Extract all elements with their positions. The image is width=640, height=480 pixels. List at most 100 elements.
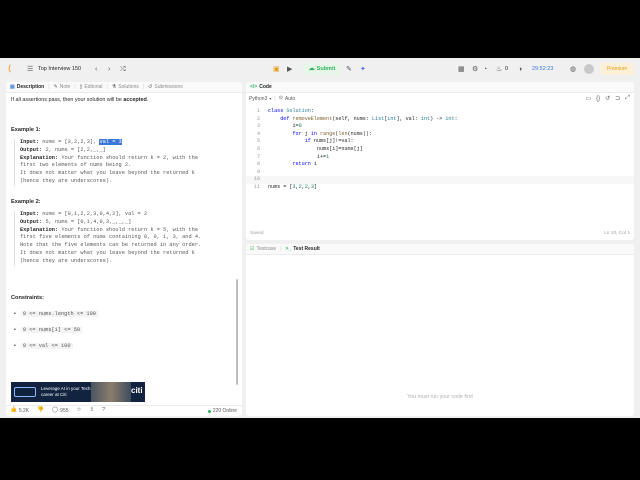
constraint-item: • 0 <= nums[i] <= 50 <box>14 327 83 333</box>
tab-solutions[interactable]: ⚗ Solutions <box>108 82 143 93</box>
code-line[interactable]: 4 for j in range(len(nums)): <box>246 131 634 139</box>
premium-button[interactable]: Premium <box>600 63 634 75</box>
notes-icon[interactable]: ✎ <box>346 58 352 80</box>
line-code: class Solution: <box>268 108 314 114</box>
chevron-down-icon: ▾ <box>269 95 272 101</box>
line-code: nums = [3,2,2,3] <box>268 183 317 190</box>
run-code-message: You must run your code first <box>407 394 473 400</box>
reset-icon[interactable]: ↺ <box>605 95 610 102</box>
line-number: 11 <box>253 183 260 190</box>
avatar[interactable] <box>584 64 594 74</box>
language-select[interactable]: Python3 ▾ <box>246 96 274 102</box>
prev-problem-icon[interactable]: ‹ <box>95 58 97 80</box>
line-number: 2 <box>256 115 260 122</box>
leetcode-window: ⟨ ☰ Top Interview 150 ‹ › ⤮ ▣ ▶ ☁ Submit … <box>0 58 640 418</box>
line-code: nums[i]=nums[j] <box>268 145 363 152</box>
problem-list-title[interactable]: Top Interview 150 <box>38 58 81 80</box>
code-line[interactable]: 10 <box>246 176 634 184</box>
shuffle-icon[interactable]: ⤮ <box>120 58 126 80</box>
cursor-position: Ln 10, Col 1 <box>604 231 630 236</box>
code-line[interactable]: 7 i+=1 <box>246 154 634 162</box>
fire-icon: ♨ <box>496 65 503 73</box>
fullscreen-icon[interactable]: ⤢ <box>625 95 630 102</box>
line-number: 3 <box>256 123 260 130</box>
line-number: 6 <box>256 145 260 152</box>
line-code: return i <box>292 161 317 168</box>
example2-title: Example 2: <box>11 199 41 205</box>
code-line[interactable]: 6 nums[i]=nums[j] <box>246 146 634 154</box>
notification-icon[interactable]: ◍ <box>570 58 576 80</box>
constraint-item: • 0 <= nums.length <= 100 <box>14 311 98 317</box>
like-button[interactable]: 👍 5.2K <box>6 408 33 414</box>
code-tabbar: </> Code <box>246 82 634 93</box>
code-line[interactable]: 8 return i <box>246 161 634 169</box>
saved-status: Saved <box>250 231 264 236</box>
test-panel: ☑ Testcase | >_ Test Result You must run y… <box>246 244 634 416</box>
top-navbar: ⟨ ☰ Top Interview 150 ‹ › ⤮ ▣ ▶ ☁ Submit … <box>0 58 640 80</box>
braces-icon[interactable]: {} <box>596 96 600 102</box>
comments-button[interactable]: ◯ 955 <box>48 408 73 414</box>
line-number: 5 <box>256 138 260 145</box>
tab-note[interactable]: ✎ Note <box>50 82 75 93</box>
code-line[interactable]: 3 i=0 <box>246 123 634 131</box>
line-code: if nums[j]!=val: <box>304 138 354 145</box>
code-line[interactable]: 1 class Solution: <box>246 108 634 116</box>
auto-toggle[interactable]: ⊙ Auto <box>276 96 299 102</box>
star-icon[interactable]: ☆ <box>73 408 86 414</box>
ai-assist-icon[interactable]: ✦ <box>360 58 366 80</box>
line-code: def removeElement(self, nums: List[int],… <box>280 115 458 122</box>
debug-icon[interactable]: ▣ <box>273 58 280 80</box>
tab-submissions[interactable]: ↺ Submissions <box>144 82 187 93</box>
share-icon[interactable]: ⇪ <box>85 408 98 414</box>
editor-toolbar: ▭ {} ↺ ⊐ ⤢ <box>585 93 630 104</box>
line-number: 8 <box>256 161 260 168</box>
dislike-button[interactable]: 👎 <box>33 408 48 414</box>
tab-editorial[interactable]: ▯ Editorial <box>76 82 107 93</box>
tab-description[interactable]: ▤ Description <box>6 82 48 93</box>
streak-icon[interactable]: ◔ <box>483 58 487 80</box>
ad-chip-icon <box>14 387 36 397</box>
tab-testcase[interactable]: ☑ Testcase <box>246 244 280 255</box>
language-bar: Python3 ▾ | ⊙ Auto ▭ {} ↺ ⊐ ⤢ <box>246 93 634 104</box>
leetcode-logo-icon[interactable]: ⟨ <box>8 58 11 80</box>
line-code: i=0 <box>268 123 302 130</box>
bookmark-icon[interactable]: ▭ <box>585 95 591 102</box>
submit-label: Submit <box>316 66 336 72</box>
timer[interactable]: 29:52:23 <box>532 58 553 80</box>
code-line[interactable]: 5 if nums[j]!=val: <box>246 138 634 146</box>
code-line[interactable]: 9 <box>246 169 634 177</box>
code-line[interactable]: 2 def removeElement(self, nums: List[int… <box>246 116 634 124</box>
problem-list-icon[interactable]: ☰ <box>27 58 33 80</box>
layout-icon[interactable]: ▦ <box>458 58 465 80</box>
citi-logo: citi <box>131 386 143 395</box>
submit-button[interactable]: ☁ Submit <box>303 63 341 75</box>
tab-test-result[interactable]: >_ Test Result <box>282 244 324 255</box>
line-number: 7 <box>256 153 260 160</box>
run-button[interactable]: ▶ <box>287 58 292 80</box>
online-count: 220 Online <box>207 408 237 414</box>
settings-icon[interactable]: ⚙ <box>472 58 478 80</box>
help-icon[interactable]: ? <box>98 408 109 414</box>
ad-image <box>91 382 131 402</box>
example2-block: Input: nums = [0,1,2,2,3,0,4,2], val = 2… <box>14 211 201 266</box>
description-panel: ▤ Description | ✎ Note | ▯ Editorial | ⚗ Sol… <box>6 82 242 416</box>
streak-count: 0 <box>505 66 509 72</box>
tab-code[interactable]: </> Code <box>246 82 276 93</box>
next-problem-icon[interactable]: › <box>108 58 110 80</box>
line-number: 1 <box>256 108 260 114</box>
ad-banner[interactable]: Leverage AI in your Tech career at Citi … <box>11 382 145 402</box>
intro-text: If all assertions pass, then your soluti… <box>11 97 149 103</box>
line-number: 10 <box>253 176 260 183</box>
description-scrollbar[interactable] <box>236 279 238 385</box>
line-code: i+=1 <box>268 153 330 160</box>
problem-description: If all assertions pass, then your soluti… <box>6 93 238 405</box>
code-line[interactable]: 11 nums = [3,2,2,3] <box>246 184 634 192</box>
code-icon[interactable]: ⊐ <box>615 95 620 102</box>
test-tabbar: ☑ Testcase | >_ Test Result <box>246 244 634 255</box>
bell-icon[interactable]: ◑ <box>518 58 522 80</box>
code-area[interactable]: 1 class Solution: 2 def removeElement(self… <box>246 108 634 192</box>
lock-icon: ⊙ <box>278 95 283 101</box>
example1-block: Input: nums = [3,2,2,3], val = 3 Output:… <box>14 139 198 186</box>
ad-text: Leverage AI in your Tech career at Citi <box>41 386 91 397</box>
constraints-title: Constraints: <box>11 295 44 301</box>
